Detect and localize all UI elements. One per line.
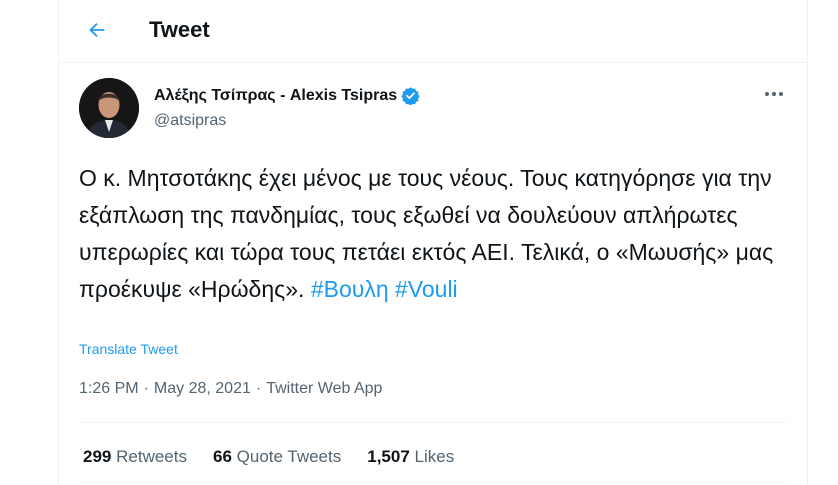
quote-tweets-label: Quote Tweets <box>236 447 342 466</box>
arrow-left-icon <box>89 22 105 38</box>
verified-badge-icon <box>401 86 420 105</box>
hashtag-link-vouli[interactable]: #Vouli <box>395 276 458 302</box>
tweet-column: Tweet Αλέξης Τσίπρας - Alexis Tsipras @a… <box>58 0 808 485</box>
avatar[interactable] <box>79 78 139 138</box>
tweet-text: Ο κ. Μητσοτάκης έχει μένος με τους νέους… <box>79 160 779 308</box>
likes-stat[interactable]: 1,507 Likes <box>367 447 454 467</box>
meta-separator: · <box>143 380 149 397</box>
tweet-date[interactable]: May 28, 2021 <box>154 380 251 398</box>
tweet-source[interactable]: Twitter Web App <box>266 380 382 398</box>
page-title: Tweet <box>149 17 210 42</box>
tweet-stats: 299 Retweets 66 Quote Tweets 1,507 Likes <box>83 447 454 467</box>
quote-tweets-stat[interactable]: 66 Quote Tweets <box>213 447 341 467</box>
retweets-count: 299 <box>83 447 112 466</box>
divider <box>79 422 787 423</box>
quote-tweets-count: 66 <box>212 447 232 466</box>
retweets-label: Retweets <box>116 447 187 466</box>
more-options-button[interactable] <box>761 84 787 104</box>
tweet-time[interactable]: 1:26 PM <box>79 380 139 398</box>
hashtag-link-vouli-greek[interactable]: #Βουλη <box>311 276 389 302</box>
author-name-row[interactable]: Αλέξης Τσίπρας - Alexis Tsipras <box>154 86 420 105</box>
likes-count: 1,507 <box>367 447 410 466</box>
back-button[interactable] <box>81 14 113 46</box>
meta-separator: · <box>255 380 262 397</box>
more-dot-icon <box>765 92 769 96</box>
author-handle[interactable]: @atsipras <box>154 112 226 130</box>
divider <box>79 482 787 483</box>
retweets-stat[interactable]: 299 Retweets <box>83 447 187 467</box>
author-name[interactable]: Αλέξης Τσίπρας - Alexis Tsipras <box>154 87 397 105</box>
more-dot-icon <box>772 92 776 96</box>
likes-label: Likes <box>414 447 455 466</box>
more-dot-icon <box>779 92 783 96</box>
translate-tweet-link[interactable]: Translate Tweet <box>79 341 178 357</box>
tweet-meta: 1:26 PM · May 28, 2021 · Twitter Web App <box>79 380 382 398</box>
page-header: Tweet <box>59 0 807 63</box>
